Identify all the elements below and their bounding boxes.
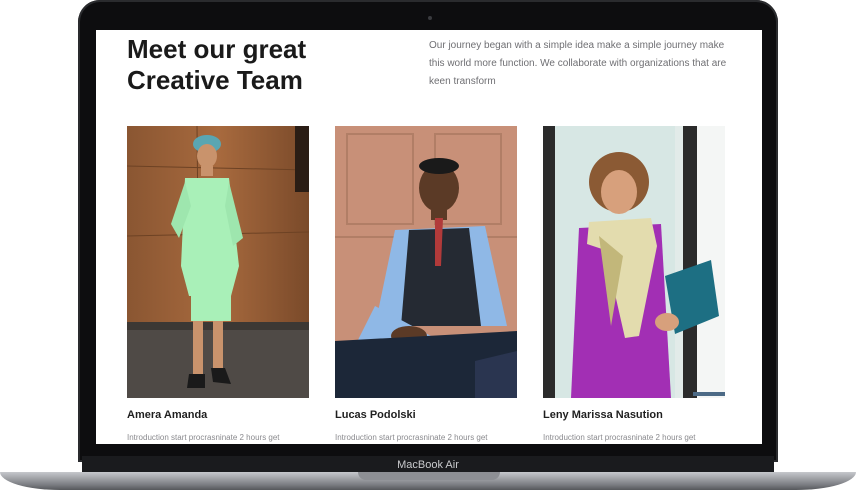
page-title-line-2: Creative Team (127, 65, 303, 95)
photo-illustration-leny (543, 126, 725, 398)
laptop-notch (358, 472, 500, 480)
member-name: Amera Amanda (127, 409, 208, 421)
member-name: Leny Marissa Nasution (543, 409, 663, 421)
member-intro: Introduction start procrasninate 2 hours… (543, 433, 696, 442)
photo-illustration-lucas (335, 126, 517, 398)
intro-paragraph: Our journey began with a simple idea mak… (429, 40, 727, 87)
team-photo-leny (543, 126, 725, 398)
photo-illustration-amera (127, 126, 309, 398)
team-card-amera[interactable]: Amera Amanda Introduction start procrasn… (127, 126, 309, 442)
member-name: Lucas Podolski (335, 409, 416, 421)
camera-icon (428, 16, 432, 20)
page-title-line-1: Meet our great (127, 34, 307, 64)
member-intro: Introduction start procrasninate 2 hours… (335, 433, 488, 442)
page-title: Meet our great Creative Team (127, 34, 387, 96)
team-photo-lucas (335, 126, 517, 398)
team-photo-amera (127, 126, 309, 398)
screen: Meet our great Creative Team Our journey… (96, 30, 762, 444)
device-label: MacBook Air (397, 459, 459, 471)
member-intro: Introduction start procrasninate 2 hours… (127, 433, 280, 442)
team-card-lucas[interactable]: Lucas Podolski Introduction start procra… (335, 126, 517, 442)
team-card-leny[interactable]: Leny Marissa Nasution Introduction start… (543, 126, 725, 442)
